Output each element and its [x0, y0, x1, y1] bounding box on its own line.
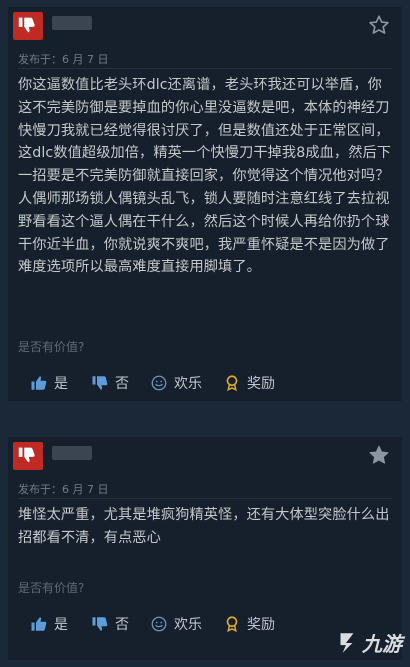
- star-icon[interactable]: [368, 14, 390, 36]
- helpful-prompt: 是否有价值?: [18, 581, 85, 595]
- thumbs-up-icon: [31, 617, 47, 631]
- thumbs-up-icon: [31, 376, 47, 390]
- award-label: 奖励: [247, 376, 275, 392]
- vote-yes-button[interactable]: 是: [30, 369, 68, 397]
- card-gap: [0, 401, 410, 437]
- review-card: 发布于：6 月 7 日 堆怪太严重，尤其是堆疯狗精英怪，还有大体型突脸什么出招都…: [8, 437, 402, 660]
- site-watermark: 九游: [334, 628, 402, 657]
- vote-no-button[interactable]: 否: [91, 610, 129, 638]
- vote-yes-button[interactable]: 是: [30, 610, 68, 638]
- watermark-text: 九游: [362, 632, 402, 656]
- review-text: 堆怪太严重，尤其是堆疯狗精英怪，还有大体型突脸什么出招都看不清，有点恶心: [18, 507, 390, 546]
- thumbs-down-icon: [92, 617, 108, 631]
- thumbs-down-icon: [92, 376, 108, 390]
- review-header: [8, 437, 402, 473]
- award-icon: [226, 616, 238, 633]
- posted-date: 发布于：6 月 7 日: [18, 483, 109, 496]
- vote-funny-button[interactable]: 欢乐: [150, 610, 202, 638]
- award-button[interactable]: 奖励: [223, 369, 275, 397]
- vote-yes-label: 是: [54, 617, 68, 633]
- smiley-icon: [151, 375, 167, 391]
- review-text: 你这逼数值比老头环dlc还离谱，老头环我还可以举盾，你这不完美防御是要掉血的你心…: [18, 77, 392, 276]
- vote-funny-label: 欢乐: [174, 376, 202, 392]
- posted-date: 发布于：6 月 7 日: [18, 53, 109, 66]
- award-icon: [226, 375, 238, 392]
- watermark-logo-icon: [340, 632, 354, 653]
- not-recommended-badge: [13, 12, 43, 40]
- thumbs-down-icon: [18, 447, 35, 463]
- award-label: 奖励: [247, 617, 275, 633]
- vote-no-button[interactable]: 否: [91, 369, 129, 397]
- smiley-icon: [151, 616, 167, 632]
- vote-funny-label: 欢乐: [174, 617, 202, 633]
- vote-yes-label: 是: [54, 376, 68, 392]
- divider: [18, 68, 392, 69]
- divider: [18, 498, 392, 499]
- vote-no-label: 否: [115, 617, 129, 633]
- thumbs-down-icon: [18, 17, 35, 33]
- vote-no-label: 否: [115, 376, 129, 392]
- star-icon[interactable]: [368, 444, 390, 466]
- review-header: [8, 7, 402, 43]
- helpful-prompt: 是否有价值?: [18, 340, 85, 354]
- review-card: 发布于：6 月 7 日 你这逼数值比老头环dlc还离谱，老头环我还可以举盾，你这…: [8, 7, 402, 401]
- award-button[interactable]: 奖励: [223, 610, 275, 638]
- author-name-blurred: [52, 16, 92, 30]
- author-name-blurred: [52, 446, 92, 460]
- vote-funny-button[interactable]: 欢乐: [150, 369, 202, 397]
- not-recommended-badge: [13, 442, 43, 470]
